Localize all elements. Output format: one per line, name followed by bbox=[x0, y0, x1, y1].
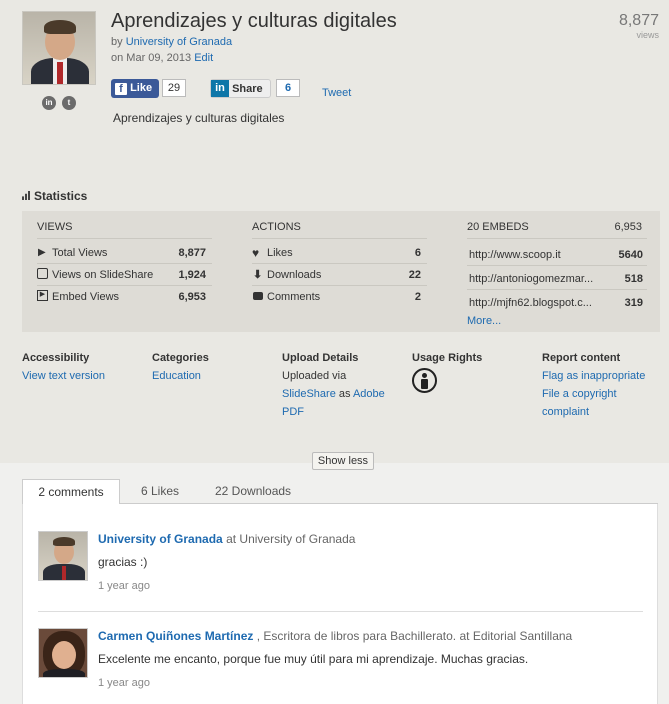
edit-link[interactable]: Edit bbox=[194, 52, 213, 64]
uploaded-via-text: Uploaded via bbox=[282, 370, 347, 382]
slideshare-icon bbox=[37, 268, 48, 279]
comment-text: Excelente me encanto, porque fue muy úti… bbox=[98, 652, 529, 666]
tab-likes[interactable]: 6 Likes bbox=[141, 484, 179, 498]
commenter-name[interactable]: University of Granada bbox=[98, 532, 223, 546]
facebook-like-button[interactable]: f Like bbox=[111, 79, 159, 98]
file-copyright-link[interactable]: File a copyright bbox=[542, 385, 617, 403]
complaint-link[interactable]: complaint bbox=[542, 403, 589, 421]
facebook-icon: f bbox=[115, 83, 127, 95]
comments-value: 2 bbox=[414, 291, 421, 303]
pdf-link[interactable]: PDF bbox=[282, 403, 304, 421]
show-less-button[interactable]: Show less bbox=[312, 452, 374, 470]
tweet-link[interactable]: Tweet bbox=[322, 87, 351, 99]
commenter-avatar[interactable] bbox=[38, 628, 88, 678]
author-link[interactable]: University of Granada bbox=[126, 36, 232, 48]
report-content-heading: Report content bbox=[542, 352, 621, 364]
upload-details-heading: Upload Details bbox=[282, 352, 359, 364]
bar-chart-icon bbox=[22, 191, 30, 200]
comment-text: gracias :) bbox=[98, 555, 148, 569]
adobe-link[interactable]: Adobe bbox=[353, 388, 385, 400]
slideshare-views-value: 1,924 bbox=[178, 269, 206, 281]
date-line: on Mar 09, 2013 Edit bbox=[111, 52, 214, 64]
views-label: views bbox=[636, 30, 659, 40]
embed-views-label: Embed Views bbox=[52, 291, 120, 303]
more-embeds-link[interactable]: More... bbox=[467, 315, 501, 327]
categories-heading: Categories bbox=[152, 352, 209, 364]
twitter-icon[interactable]: t bbox=[62, 96, 76, 110]
likes-value: 6 bbox=[414, 247, 421, 259]
downloads-label: Downloads bbox=[267, 269, 322, 281]
comment-icon bbox=[253, 292, 263, 300]
linkedin-share-count: 6 bbox=[276, 79, 300, 97]
author-line: by University of Granada bbox=[111, 36, 233, 48]
embed-icon: ▶ bbox=[37, 290, 48, 301]
embeds-header: 20 EMBEDS bbox=[467, 221, 529, 233]
linkedin-share-button[interactable]: in Share bbox=[210, 79, 271, 98]
statistics-heading: Statistics bbox=[22, 189, 87, 203]
comment-header: University of Granada at University of G… bbox=[98, 532, 356, 546]
embed-url-2[interactable]: http://antoniogomezmar... bbox=[469, 273, 593, 285]
linkedin-icon: in bbox=[211, 80, 229, 97]
linkedin-icon[interactable]: in bbox=[42, 96, 56, 110]
author-avatar[interactable] bbox=[22, 11, 96, 85]
actions-header: ACTIONS bbox=[252, 221, 301, 233]
views-count: 8,877 bbox=[618, 12, 659, 29]
comment-time: 1 year ago bbox=[98, 677, 150, 689]
slideshare-link[interactable]: SlideShare bbox=[282, 388, 336, 400]
total-views-label: Total Views bbox=[52, 247, 108, 259]
description: Aprendizajes y culturas digitales bbox=[113, 111, 285, 125]
total-views-value: 8,877 bbox=[178, 247, 206, 259]
views-header: VIEWS bbox=[37, 221, 73, 233]
embed-value-3: 319 bbox=[624, 297, 643, 309]
commenter-avatar[interactable] bbox=[38, 531, 88, 581]
facebook-like-count: 29 bbox=[162, 79, 186, 97]
embed-url-1[interactable]: http://www.scoop.it bbox=[469, 249, 561, 261]
comments-label: Comments bbox=[267, 291, 321, 303]
usage-rights-heading: Usage Rights bbox=[412, 352, 483, 364]
category-education-link[interactable]: Education bbox=[152, 367, 201, 385]
tab-downloads[interactable]: 22 Downloads bbox=[215, 484, 291, 498]
comment-header: Carmen Quiñones Martínez , Escritora de … bbox=[98, 629, 573, 643]
embeds-total: 6,953 bbox=[614, 221, 642, 233]
flag-inappropriate-link[interactable]: Flag as inappropriate bbox=[542, 367, 645, 385]
embed-value-2: 518 bbox=[624, 273, 643, 285]
embed-value-1: 5640 bbox=[618, 249, 643, 261]
heart-icon: ♥ bbox=[252, 246, 260, 260]
embed-url-3[interactable]: http://mjfn62.blogspot.c... bbox=[469, 297, 592, 309]
upload-line: SlideShare as Adobe bbox=[282, 388, 385, 400]
comment-time: 1 year ago bbox=[98, 580, 150, 592]
likes-label: Likes bbox=[267, 247, 293, 259]
downloads-value: 22 bbox=[408, 269, 421, 281]
accessibility-heading: Accessibility bbox=[22, 352, 90, 364]
slideshare-views-label: Views on SlideShare bbox=[52, 269, 154, 281]
view-text-version-link[interactable]: View text version bbox=[22, 367, 105, 385]
commenter-name[interactable]: Carmen Quiñones Martínez bbox=[98, 629, 253, 643]
play-icon: ▶ bbox=[38, 247, 46, 258]
page-title: Aprendizajes y culturas digitales bbox=[111, 10, 397, 32]
tab-comments[interactable]: 2 comments bbox=[22, 479, 120, 504]
embed-views-value: 6,953 bbox=[178, 291, 206, 303]
download-icon: ⬇ bbox=[253, 269, 263, 281]
creative-commons-icon[interactable] bbox=[412, 368, 437, 393]
